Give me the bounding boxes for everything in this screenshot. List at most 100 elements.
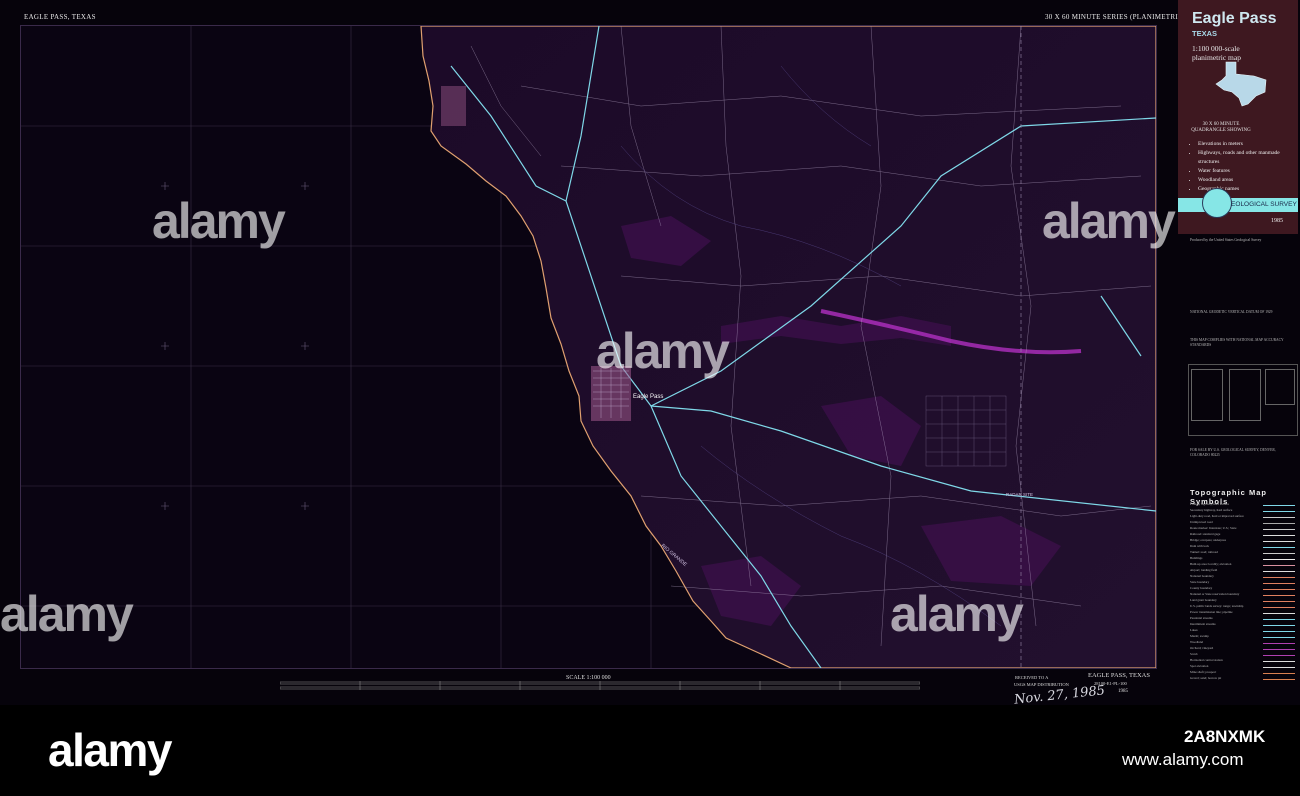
quadrangle-showing: 30 X 60 MINUTE QUADRANGLE SHOWING (1191, 122, 1251, 133)
legend-label: National or State reservation boundary (1190, 592, 1240, 596)
scale-line-1: 1:100 000-scale (1192, 44, 1240, 53)
legend-swatch (1263, 613, 1295, 614)
legend-swatch (1263, 553, 1295, 554)
legend-swatch (1263, 667, 1295, 668)
legend-swatch (1263, 655, 1295, 656)
legend-swatch (1263, 505, 1295, 506)
legend-label: Route marker: Interstate; U.S.; State (1190, 526, 1237, 530)
legend-label: Mine shaft; prospect (1190, 670, 1217, 674)
legend-label: Lakes (1190, 628, 1198, 632)
site-url[interactable]: www.alamy.com (1122, 750, 1244, 770)
footer-title: EAGLE PASS, TEXAS (1088, 672, 1150, 679)
produced-by-note: Produced by the United States Geological… (1190, 238, 1262, 242)
legend-swatch (1263, 661, 1295, 662)
map-series-label: 30 X 60 MINUTE SERIES (PLANIMETRIC) (1045, 13, 1186, 21)
stamp-line-1: RECEIVED TO A (1015, 675, 1049, 680)
legend-label: National boundary (1190, 574, 1214, 578)
northern-town (441, 86, 466, 126)
legend-label: Built-up area: locality; elevation (1190, 562, 1232, 566)
legend-label: Woodland (1190, 640, 1204, 644)
legend-swatch (1263, 517, 1295, 518)
stamp-line-2: USGS MAP DISTRIBUTION (1014, 682, 1069, 687)
legend-label: Power transmission line; pipeline (1190, 610, 1233, 614)
watermark: alamy (890, 586, 1024, 642)
title-panel: Eagle Pass TEXAS 1:100 000-scale planime… (1178, 0, 1298, 234)
map-title: Eagle Pass (1192, 10, 1277, 27)
legend-swatch (1263, 625, 1295, 626)
legend-swatch (1263, 571, 1295, 572)
legend-swatch (1263, 643, 1295, 644)
watermark: alamy (152, 193, 286, 249)
agency-name: GEOLOGICAL SURVEY (1226, 201, 1297, 208)
legend-swatch (1263, 565, 1295, 566)
map-canvas[interactable]: Eagle Pass RIO GRANDE RADAR SITE (21, 26, 1156, 668)
usgs-seal-icon (1202, 188, 1232, 218)
for-sale-note: FOR SALE BY U.S. GEOLOGICAL SURVEY, DENV… (1190, 448, 1276, 457)
map-frame[interactable]: Eagle Pass RIO GRANDE RADAR SITE (20, 25, 1157, 669)
legend-label: Dam with lock (1190, 544, 1209, 548)
legend-label: Gravel; sand; borrow pit (1190, 676, 1222, 680)
legend-swatch (1263, 637, 1295, 638)
gauge-label: RADAR SITE (1006, 492, 1033, 497)
city-label: Eagle Pass (633, 394, 663, 400)
watermark: alamy (0, 586, 134, 642)
legend-label: Secondary highway, hard surface (1190, 508, 1233, 512)
legend-swatch (1263, 619, 1295, 620)
scale-bars (280, 681, 920, 690)
legend-label: Primary highway, hard surface (1190, 502, 1230, 506)
texas-outline-icon (1215, 61, 1267, 107)
legend-swatch (1263, 523, 1295, 524)
legend-swatch (1263, 583, 1295, 584)
legend-label: Buildings (1190, 556, 1203, 560)
feature-item: Highways, roads and other manmade struct… (1198, 149, 1298, 167)
panel-year: 1985 (1271, 218, 1283, 224)
map-state: TEXAS (1192, 29, 1218, 38)
legend-swatch (1263, 673, 1295, 674)
feature-item: Elevations in meters (1198, 140, 1298, 149)
legend-swatch (1263, 601, 1295, 602)
legend-label: Bridge; overpass; underpass (1190, 538, 1226, 542)
legend-swatch (1263, 541, 1295, 542)
legend-label: Airport; landing field (1190, 568, 1218, 572)
stock-footer-bar (0, 705, 1300, 796)
legend-swatch (1263, 577, 1295, 578)
index-diagrams (1188, 364, 1298, 436)
legend-label: Tunnel: road; railroad (1190, 550, 1218, 554)
legend-swatch (1263, 607, 1295, 608)
legend-swatch (1263, 631, 1295, 632)
legend-swatch (1263, 559, 1295, 560)
legend-label: Spot elevation (1190, 664, 1209, 668)
image-id: 2A8NXMK (1184, 727, 1266, 746)
watermark: alamy (596, 323, 730, 379)
legend-label: Scrub (1190, 652, 1198, 656)
legend-swatch (1263, 547, 1295, 548)
feature-list: Elevations in meters Highways, roads and… (1188, 140, 1298, 194)
accuracy-note: THIS MAP COMPLIES WITH NATIONAL MAP ACCU… (1190, 338, 1284, 347)
legend-label: Land grant boundary (1190, 598, 1217, 602)
feature-item: Water features (1198, 167, 1298, 176)
legend-swatch (1263, 595, 1295, 596)
legend-swatch (1263, 535, 1295, 536)
map-header-title: EAGLE PASS, TEXAS (24, 13, 96, 21)
legend-label: U.S. public lands survey: range; townshi… (1190, 604, 1244, 608)
legend-label: Orchard; vineyard (1190, 646, 1214, 650)
legend-label: State boundary (1190, 580, 1210, 584)
us-land-area (420, 26, 1156, 668)
feature-item: Woodland areas (1198, 176, 1298, 185)
datum-note: NATIONAL GEODETIC VERTICAL DATUM OF 1929 (1190, 310, 1273, 314)
legend-label: Railroad: standard gage (1190, 532, 1221, 536)
legend-row: Gravel; sand; borrow pit (1190, 676, 1295, 683)
stock-logo[interactable]: alamy (48, 723, 172, 777)
watermark: alamy (1042, 193, 1176, 249)
legend-label: Intermittent streams (1190, 622, 1216, 626)
legend-label: Perennial streams (1190, 616, 1213, 620)
legend-label: Light-duty road, hard or improved surfac… (1190, 514, 1244, 518)
agency-band: GEOLOGICAL SURVEY (1178, 198, 1298, 212)
legend-swatch (1263, 649, 1295, 650)
legend-label: Horizontal control station (1190, 658, 1223, 662)
legend-swatch (1263, 511, 1295, 512)
legend-swatch (1263, 679, 1295, 680)
footer-year: 1985 (1118, 689, 1128, 694)
legend-label: Unimproved road (1190, 520, 1213, 524)
legend-label: Marsh; swamp (1190, 634, 1209, 638)
